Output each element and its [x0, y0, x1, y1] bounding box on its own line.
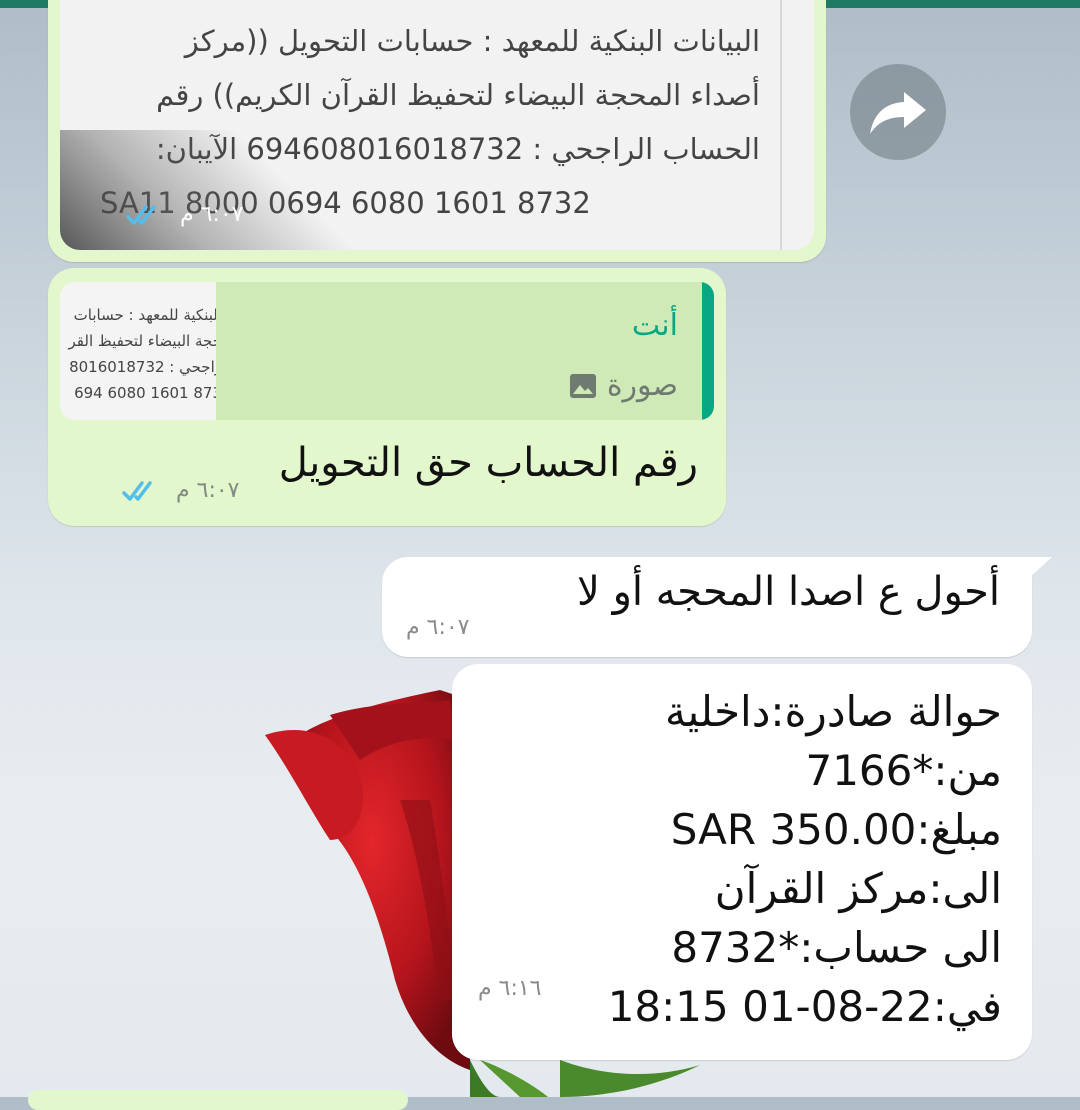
message-text: حوالة صادرة:داخلية من:*7166 مبلغ:SAR 350…	[608, 682, 1002, 1036]
double-check-read-icon	[126, 204, 156, 225]
thumb-text-line: البنكية للمعهد : حسابات	[73, 306, 216, 324]
message-line: الى:مركز القرآن	[714, 864, 1002, 913]
message-text: رقم الحساب حق التحويل	[278, 440, 698, 486]
message-meta: ٦:٠٧ م	[122, 478, 240, 503]
quoted-kind: صورة	[569, 368, 678, 403]
message-line: حوالة صادرة:داخلية	[664, 687, 1002, 736]
message-time: ٦:١٦ م	[478, 976, 542, 1001]
double-check-read-icon	[122, 480, 152, 501]
next-message-bubble-edge	[28, 1090, 408, 1110]
quoted-message[interactable]: البنكية للمعهد : حسابات حجة البيضاء لتحف…	[60, 282, 714, 420]
share-arrow-icon	[870, 92, 926, 134]
message-meta: ٦:١٦ م	[478, 976, 542, 1001]
quoted-kind-label: صورة	[606, 368, 678, 403]
quoted-author: أنت	[631, 308, 678, 343]
image-text-line: أصداء المحجة البيضاء لتحفيظ القرآن الكري…	[156, 78, 760, 112]
bubble-tail	[1028, 557, 1052, 579]
message-line: في:22-08-01 18:15	[607, 982, 1002, 1031]
thumb-text-line: راجحي : 8016018732	[69, 358, 216, 376]
message-time: ٦:٠٧ م	[176, 478, 240, 503]
image-icon	[569, 373, 596, 398]
image-meta-shade	[60, 130, 360, 250]
message-line: من:*7166	[805, 746, 1002, 795]
message-incoming-bubble[interactable]: أحول ع اصدا المحجه أو لا ٦:٠٧ م	[382, 557, 1052, 657]
image-text-line: البيانات البنكية للمعهد : حسابات التحويل…	[184, 24, 760, 58]
image-divider	[780, 0, 782, 250]
quote-accent-bar	[702, 282, 714, 420]
thumb-text-line: 694 6080 1601 873	[74, 384, 216, 402]
forward-button[interactable]	[850, 64, 946, 160]
message-time: ٦:٠٧ م	[406, 615, 470, 640]
message-line: الى حساب:*8732	[671, 923, 1002, 972]
message-text: أحول ع اصدا المحجه أو لا	[577, 569, 1000, 615]
message-line: مبلغ:SAR 350.00	[670, 805, 1002, 854]
message-incoming-bubble[interactable]: حوالة صادرة:داخلية من:*7166 مبلغ:SAR 350…	[452, 664, 1032, 1060]
message-meta: ٦:٠٧ م	[406, 615, 470, 640]
message-reply-bubble[interactable]: البنكية للمعهد : حسابات حجة البيضاء لتحف…	[48, 268, 726, 526]
quoted-image-thumbnail: البنكية للمعهد : حسابات حجة البيضاء لتحف…	[60, 282, 216, 420]
message-image-bubble[interactable]: البيانات البنكية للمعهد : حسابات التحويل…	[48, 0, 826, 262]
thumb-text-line: حجة البيضاء لتحفيظ القر	[68, 332, 216, 350]
message-meta: ٦:٠٧ م	[126, 202, 244, 227]
message-time: ٦:٠٧ م	[180, 202, 244, 227]
